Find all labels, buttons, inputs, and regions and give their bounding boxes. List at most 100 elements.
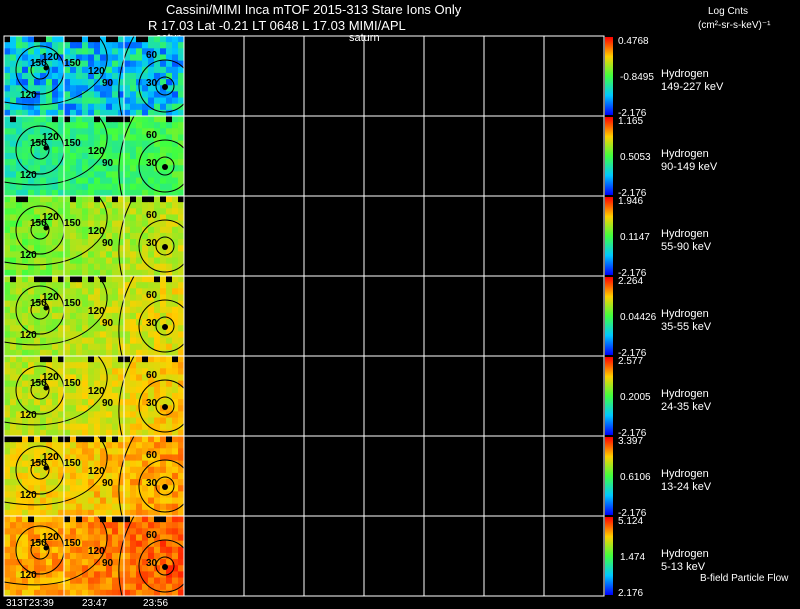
heatmap-cell	[160, 300, 167, 308]
heatmap-cell	[88, 405, 95, 412]
heatmap-cell	[64, 42, 71, 49]
heatmap-cell	[124, 171, 131, 179]
heatmap-cell	[46, 417, 53, 425]
heatmap-cell	[82, 177, 89, 185]
heatmap-cell	[112, 128, 119, 135]
heatmap-cell	[94, 565, 101, 572]
heatmap-cell	[130, 460, 137, 468]
heatmap-cell	[22, 116, 29, 123]
heatmap-cell	[154, 577, 161, 585]
heatmap-cell	[76, 245, 83, 252]
heatmap-cell	[4, 214, 11, 222]
heatmap-cell	[112, 60, 119, 68]
heatmap-cell	[94, 374, 101, 382]
heatmap-cell	[130, 331, 137, 339]
heatmap-cell	[64, 208, 71, 215]
heatmap-cell	[4, 534, 11, 542]
heatmap-cell	[64, 202, 71, 209]
heatmap-cell	[82, 522, 89, 529]
heatmap-cell	[130, 491, 137, 499]
heatmap-cell	[166, 140, 173, 148]
heatmap-cell	[106, 42, 113, 49]
heatmap-cell	[94, 436, 101, 443]
heatmap-cell	[100, 423, 107, 431]
heatmap-cell	[40, 331, 47, 339]
contour-label: 120	[20, 90, 37, 101]
heatmap-cell	[10, 294, 17, 302]
heatmap-cell	[4, 91, 11, 99]
heatmap-cell	[112, 183, 119, 191]
heatmap-cell	[124, 577, 131, 585]
heatmap-cell	[22, 312, 29, 320]
contour-label: 150	[64, 458, 81, 469]
heatmap-cell	[130, 485, 137, 492]
heatmap-cell	[10, 472, 17, 480]
heatmap-cell	[160, 128, 167, 135]
heatmap-cell	[22, 214, 29, 222]
heatmap-cell	[64, 448, 71, 455]
heatmap-cell	[148, 66, 155, 74]
heatmap-cell	[166, 282, 173, 289]
heatmap-cell	[124, 183, 131, 191]
heatmap-cell	[124, 380, 131, 388]
heatmap-cell	[112, 103, 119, 111]
heatmap-cell	[106, 226, 113, 234]
heatmap-cell	[70, 72, 77, 80]
heatmap-cell	[136, 417, 143, 425]
heatmap-cell	[76, 565, 83, 572]
heatmap-cell	[160, 66, 167, 74]
heatmap-cell	[172, 288, 179, 295]
heatmap-cell	[82, 36, 89, 43]
heatmap-cell	[88, 116, 95, 123]
heatmap-cell	[28, 36, 35, 43]
heatmap-cell	[130, 546, 137, 554]
heatmap-cell	[112, 226, 119, 234]
heatmap-cell	[130, 79, 137, 86]
heatmap-cell	[64, 85, 71, 92]
heatmap-cell	[142, 36, 149, 43]
heatmap-cell	[76, 312, 83, 320]
heatmap-cell	[40, 577, 47, 585]
heatmap-cell	[154, 423, 161, 431]
heatmap-cell	[52, 196, 59, 203]
heatmap-cell	[34, 436, 41, 443]
heatmap-cell	[70, 503, 77, 511]
heatmap-cell	[40, 276, 47, 283]
heatmap-cell	[64, 159, 71, 166]
heatmap-cell	[160, 226, 167, 234]
heatmap-cell	[64, 325, 71, 332]
heatmap-cell	[172, 417, 179, 425]
heatmap-cell	[148, 546, 155, 554]
bfield-label: B-field Particle Flow	[700, 573, 789, 584]
heatmap-cell	[154, 171, 161, 179]
heatmap-cell	[160, 503, 167, 511]
heatmap-cell	[4, 423, 11, 431]
heatmap-cell	[4, 85, 11, 92]
heatmap-cell	[10, 48, 17, 55]
heatmap-cell	[106, 196, 113, 203]
heatmap-cell	[94, 368, 101, 375]
heatmap-cell	[82, 497, 89, 505]
heatmap-cell	[112, 374, 119, 382]
heatmap-cell	[94, 208, 101, 215]
heatmap-cell	[88, 257, 95, 265]
heatmap-cell	[64, 91, 71, 99]
heatmap-cell	[22, 552, 29, 560]
heatmap-cell	[106, 522, 113, 529]
heatmap-cell	[100, 183, 107, 191]
heatmap-cell	[148, 362, 155, 369]
heatmap-cell	[112, 534, 119, 542]
heatmap-cell	[34, 479, 41, 486]
saturn-position-marker	[162, 564, 168, 570]
heatmap-cell	[4, 54, 11, 62]
heatmap-cell	[64, 288, 71, 295]
heatmap-cell	[76, 516, 83, 523]
heatmap-cell	[166, 337, 173, 345]
heatmap-cell	[130, 442, 137, 449]
heatmap-cell	[172, 91, 179, 99]
heatmap-cell	[160, 116, 167, 123]
heatmap-cell	[100, 411, 107, 419]
heatmap-cell	[10, 368, 17, 375]
heatmap-cell	[40, 325, 47, 332]
heatmap-cell	[148, 491, 155, 499]
